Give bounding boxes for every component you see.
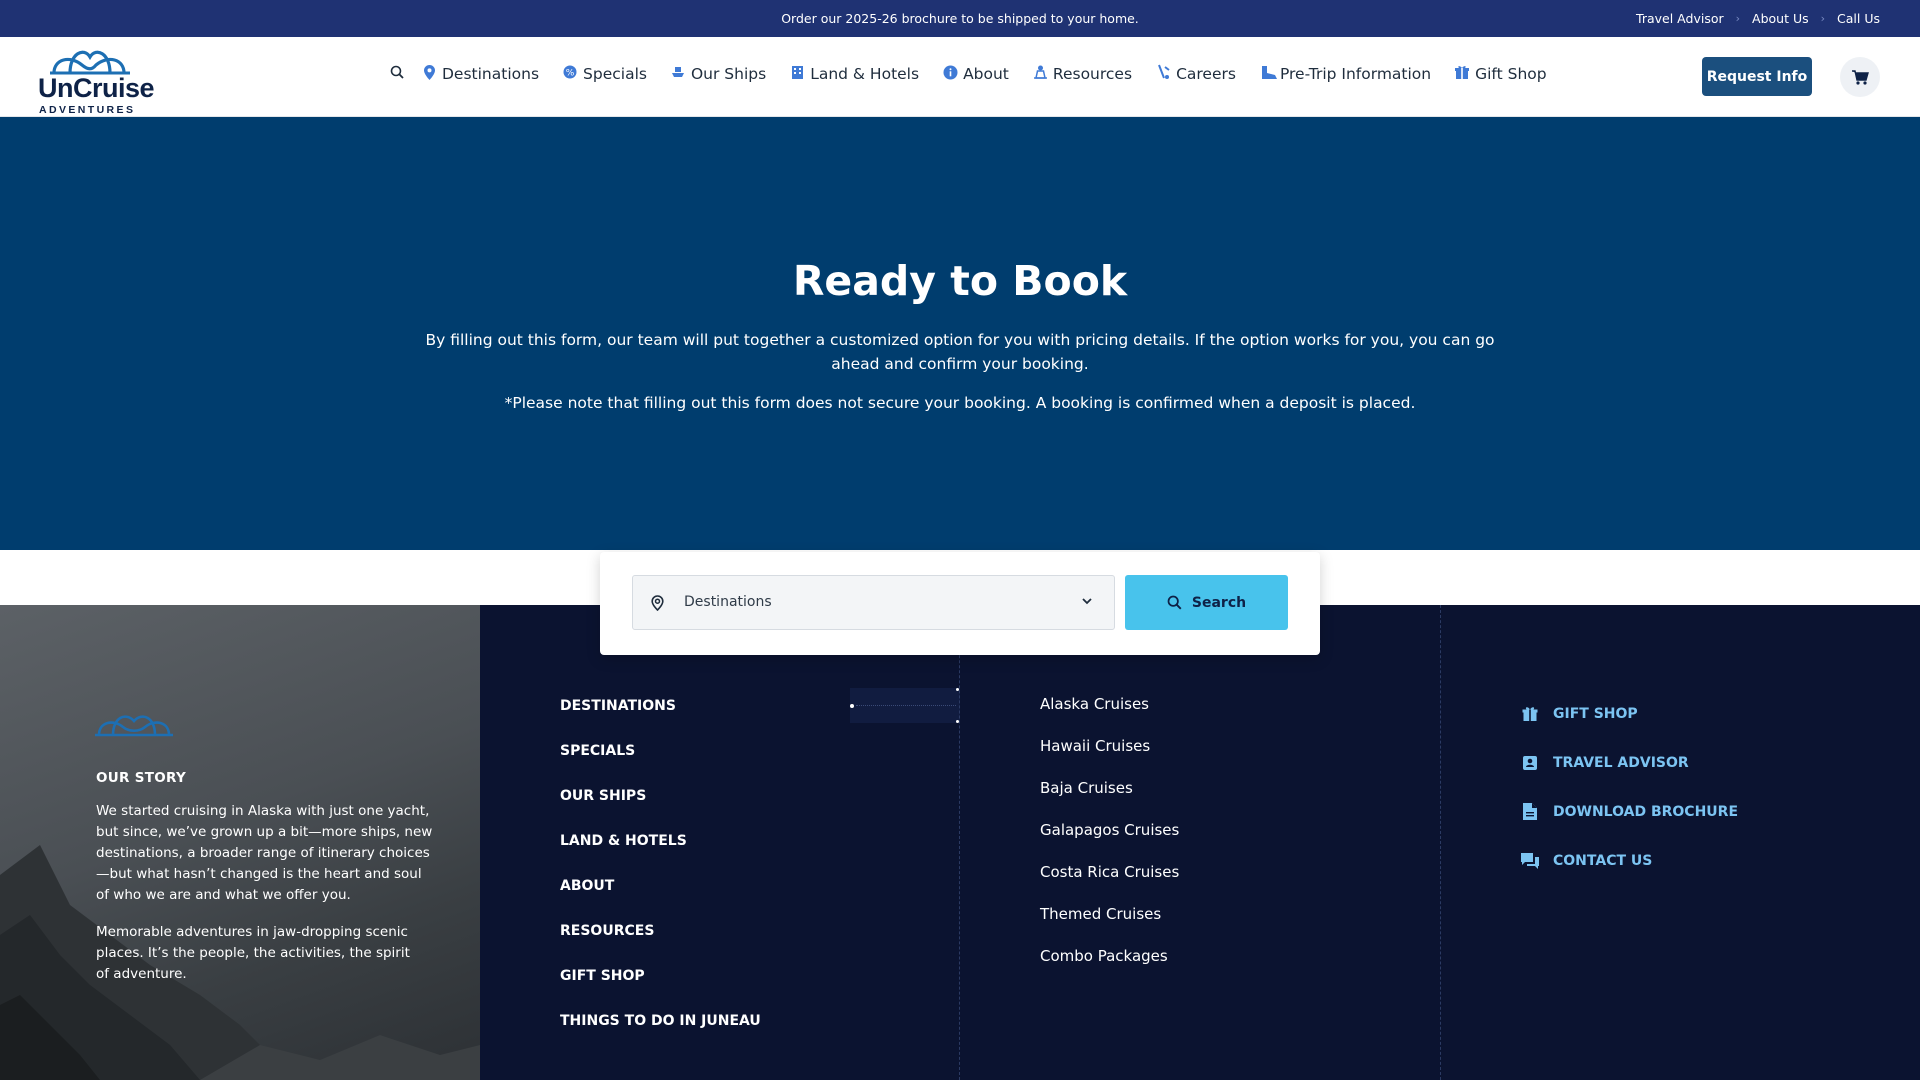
cart-icon — [1851, 69, 1869, 85]
hero-description: By filling out this form, our team will … — [425, 331, 1495, 373]
footer-link-alaska-cruises[interactable]: Alaska Cruises — [1040, 695, 1179, 715]
quick-link-label: GIFT SHOP — [1553, 705, 1638, 722]
boot-icon — [1260, 65, 1277, 84]
footer-link-things-to-do-juneau[interactable]: THINGS TO DO IN JUNEAU — [560, 1013, 761, 1032]
nav-our-ships[interactable]: Our Ships — [671, 65, 766, 83]
brochure-promo-link[interactable]: Order our 2025-26 brochure to be shipped… — [0, 11, 1920, 26]
footer-divider — [1440, 605, 1441, 1080]
nav-resources[interactable]: Resources — [1033, 65, 1132, 83]
footer-main-links: DESTINATIONS SPECIALS OUR SHIPS LAND & H… — [560, 698, 761, 1058]
chevron-right-icon: › — [1735, 12, 1741, 25]
footer-quick-links: GIFT SHOP TRAVEL ADVISOR DOWNLOAD BROCHU… — [1521, 704, 1738, 900]
quick-link-label: CONTACT US — [1553, 852, 1653, 869]
info-icon — [943, 65, 958, 84]
nav-label: Land & Hotels — [810, 65, 920, 83]
nav-destinations[interactable]: Destinations — [422, 64, 540, 84]
badge-icon: % — [563, 65, 577, 83]
footer-link-destinations[interactable]: DESTINATIONS — [560, 698, 761, 717]
nav-label: Pre-Trip Information — [1279, 65, 1432, 83]
nav-label: About — [963, 65, 1009, 83]
nav-gift-shop[interactable]: Gift Shop — [1455, 65, 1547, 83]
main-nav: Destinations % Specials Our Ships Land &… — [390, 64, 1547, 84]
chevron-right-icon: › — [1820, 12, 1826, 25]
quick-link-travel-advisor[interactable]: TRAVEL ADVISOR — [1521, 753, 1738, 772]
document-icon — [1521, 803, 1539, 821]
site-footer: OUR STORY We started cruising in Alaska … — [0, 605, 1920, 1080]
nav-label: Gift Shop — [1475, 65, 1547, 83]
quick-link-gift-shop[interactable]: GIFT SHOP — [1521, 704, 1738, 723]
svg-text:%: % — [566, 69, 575, 79]
hero-note: *Please note that filling out this form … — [504, 394, 1416, 412]
quick-link-download-brochure[interactable]: DOWNLOAD BROCHURE — [1521, 802, 1738, 821]
people-icon — [1033, 65, 1047, 83]
footer-link-gift-shop[interactable]: GIFT SHOP — [560, 968, 761, 987]
footer-destination-links: Alaska Cruises Hawaii Cruises Baja Cruis… — [1040, 695, 1179, 989]
cart-button[interactable] — [1840, 57, 1880, 97]
site-logo[interactable]: UnCruise ADVENTURES — [38, 45, 155, 116]
our-story-tagline: Memorable adventures in jaw-dropping sce… — [96, 924, 410, 982]
careers-icon — [1156, 64, 1170, 84]
footer-link-combo-packages[interactable]: Combo Packages — [1040, 947, 1179, 967]
quick-link-label: DOWNLOAD BROCHURE — [1553, 803, 1739, 820]
search-button-label: Search — [1191, 594, 1247, 611]
logo-wordmark: UnCruise — [38, 73, 155, 103]
travel-advisor-link[interactable]: Travel Advisor — [1636, 11, 1724, 26]
ship-icon — [671, 65, 685, 83]
request-info-button[interactable]: Request Info — [1702, 57, 1812, 96]
hero-section: Ready to Book By filling out this form, … — [0, 117, 1920, 550]
search-button[interactable]: Search — [1125, 575, 1288, 630]
active-link-indicator — [850, 688, 960, 723]
chat-icon — [1521, 852, 1539, 870]
map-pin-icon — [651, 595, 664, 615]
footer-link-costa-rica-cruises[interactable]: Costa Rica Cruises — [1040, 863, 1179, 883]
nav-pre-trip-information[interactable]: Pre-Trip Information — [1260, 65, 1431, 84]
footer-divider — [959, 605, 960, 1080]
footer-link-our-ships[interactable]: OUR SHIPS — [560, 788, 761, 807]
gift-icon — [1455, 65, 1470, 83]
page-title: Ready to Book — [792, 257, 1128, 305]
contact-card-icon — [1521, 754, 1539, 772]
footer-link-specials[interactable]: SPECIALS — [560, 743, 761, 762]
top-bar: Order our 2025-26 brochure to be shipped… — [0, 0, 1920, 37]
nav-careers[interactable]: Careers — [1156, 64, 1236, 84]
footer-link-land-hotels[interactable]: LAND & HOTELS — [560, 833, 761, 852]
nav-label: Our Ships — [690, 65, 767, 83]
footer-link-themed-cruises[interactable]: Themed Cruises — [1040, 905, 1179, 925]
map-pin-icon — [422, 64, 436, 84]
search-icon — [1167, 595, 1182, 610]
our-story-text: We started cruising in Alaska with just … — [96, 803, 433, 903]
search-icon[interactable] — [390, 65, 404, 83]
gift-icon — [1521, 705, 1539, 723]
logo-mark-icon — [95, 715, 173, 737]
nav-label: Specials — [583, 65, 647, 83]
chevron-down-icon — [1082, 595, 1092, 608]
footer-link-galapagos-cruises[interactable]: Galapagos Cruises — [1040, 821, 1179, 841]
quick-link-label: TRAVEL ADVISOR — [1553, 754, 1689, 771]
our-story-heading: OUR STORY — [96, 770, 187, 786]
nav-label: Destinations — [442, 65, 540, 83]
our-story-panel: OUR STORY We started cruising in Alaska … — [0, 605, 480, 1080]
nav-label: Careers — [1176, 65, 1236, 83]
call-us-link[interactable]: Call Us — [1837, 11, 1880, 26]
site-header: UnCruise ADVENTURES Destinations % Speci… — [0, 37, 1920, 117]
footer-link-baja-cruises[interactable]: Baja Cruises — [1040, 779, 1179, 799]
nav-about[interactable]: About — [943, 65, 1009, 84]
nav-specials[interactable]: % Specials — [563, 65, 647, 83]
nav-land-hotels[interactable]: Land & Hotels — [790, 65, 919, 83]
hotel-icon — [790, 65, 804, 83]
footer-link-resources[interactable]: RESOURCES — [560, 923, 761, 942]
footer-link-about[interactable]: ABOUT — [560, 878, 761, 897]
about-us-link[interactable]: About Us — [1752, 11, 1809, 26]
destinations-select[interactable]: Destinations — [632, 575, 1115, 630]
search-card: Destinations Search — [600, 552, 1320, 655]
top-links: Travel Advisor › About Us › Call Us — [1636, 11, 1880, 26]
destinations-select-value: Destinations — [684, 594, 772, 610]
quick-link-contact-us[interactable]: CONTACT US — [1521, 851, 1738, 870]
logo-subtitle: ADVENTURES — [39, 104, 136, 116]
footer-link-hawaii-cruises[interactable]: Hawaii Cruises — [1040, 737, 1179, 757]
nav-label: Resources — [1052, 65, 1133, 83]
